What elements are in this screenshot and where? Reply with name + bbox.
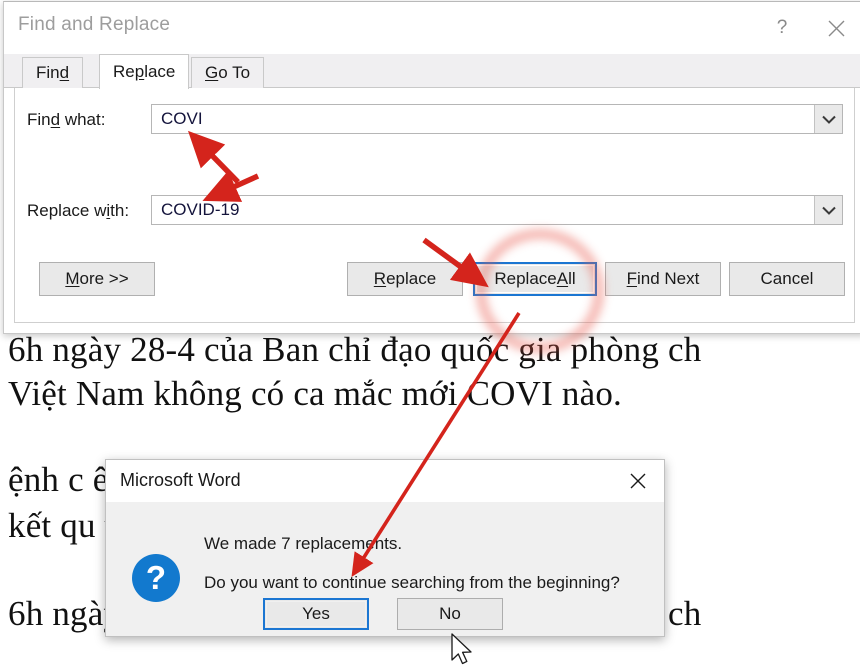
dialog-title: Find and Replace (18, 14, 171, 35)
tab-go-to[interactable]: Go To (191, 57, 265, 88)
tab-strip: Fin d Re p lace Go To (4, 54, 860, 89)
replace-with-combobox[interactable]: COVID-19 (151, 195, 843, 225)
replace-with-input[interactable]: COVID-19 (152, 200, 814, 220)
replace-button[interactable]: Replace (347, 262, 463, 296)
tab-replace[interactable]: Re p lace (99, 54, 190, 89)
find-and-replace-dialog: Find and Replace ? Fin d Re p lace Go To Fi… (3, 1, 860, 334)
message-dialog-title: Microsoft Word (120, 470, 241, 490)
replace-tab-panel: Find what: COVI Replace with: COVID-19 M… (14, 88, 855, 323)
question-mark-icon: ? (132, 554, 180, 602)
cancel-button[interactable]: Cancel (729, 262, 845, 296)
find-replace-titlebar: Find and Replace ? (4, 2, 860, 54)
close-icon[interactable] (616, 462, 660, 500)
message-dialog-body: ? We made 7 replacements. Do you want to… (106, 502, 664, 638)
replace-all-button[interactable]: Replace All (473, 262, 597, 296)
find-what-label: Find what: (27, 110, 106, 129)
chevron-down-icon[interactable] (814, 105, 842, 133)
chevron-down-icon[interactable] (814, 196, 842, 224)
find-next-button[interactable]: Find Next (605, 262, 721, 296)
close-icon[interactable] (813, 8, 859, 48)
more-button[interactable]: More >> (39, 262, 155, 296)
document-text-line: 6h ngày 28-4 của Ban chỉ đạo quốc gia ph… (8, 330, 702, 369)
message-line-1: We made 7 replacements. (204, 534, 403, 553)
find-what-input[interactable]: COVI (152, 109, 814, 129)
replace-with-label: Replace with: (27, 201, 130, 220)
help-icon[interactable]: ? (759, 8, 805, 48)
document-text-line: Việt Nam không có ca mắc mới COVI nào. (8, 374, 622, 413)
message-line-2: Do you want to continue searching from t… (204, 573, 620, 592)
message-dialog-titlebar: Microsoft Word (106, 460, 664, 502)
yes-button[interactable]: Yes (263, 598, 369, 630)
no-button[interactable]: No (397, 598, 503, 630)
tab-find[interactable]: Fin d (22, 57, 84, 88)
microsoft-word-message-dialog: Microsoft Word ? We made 7 replacements.… (105, 459, 665, 637)
find-what-combobox[interactable]: COVI (151, 104, 843, 134)
